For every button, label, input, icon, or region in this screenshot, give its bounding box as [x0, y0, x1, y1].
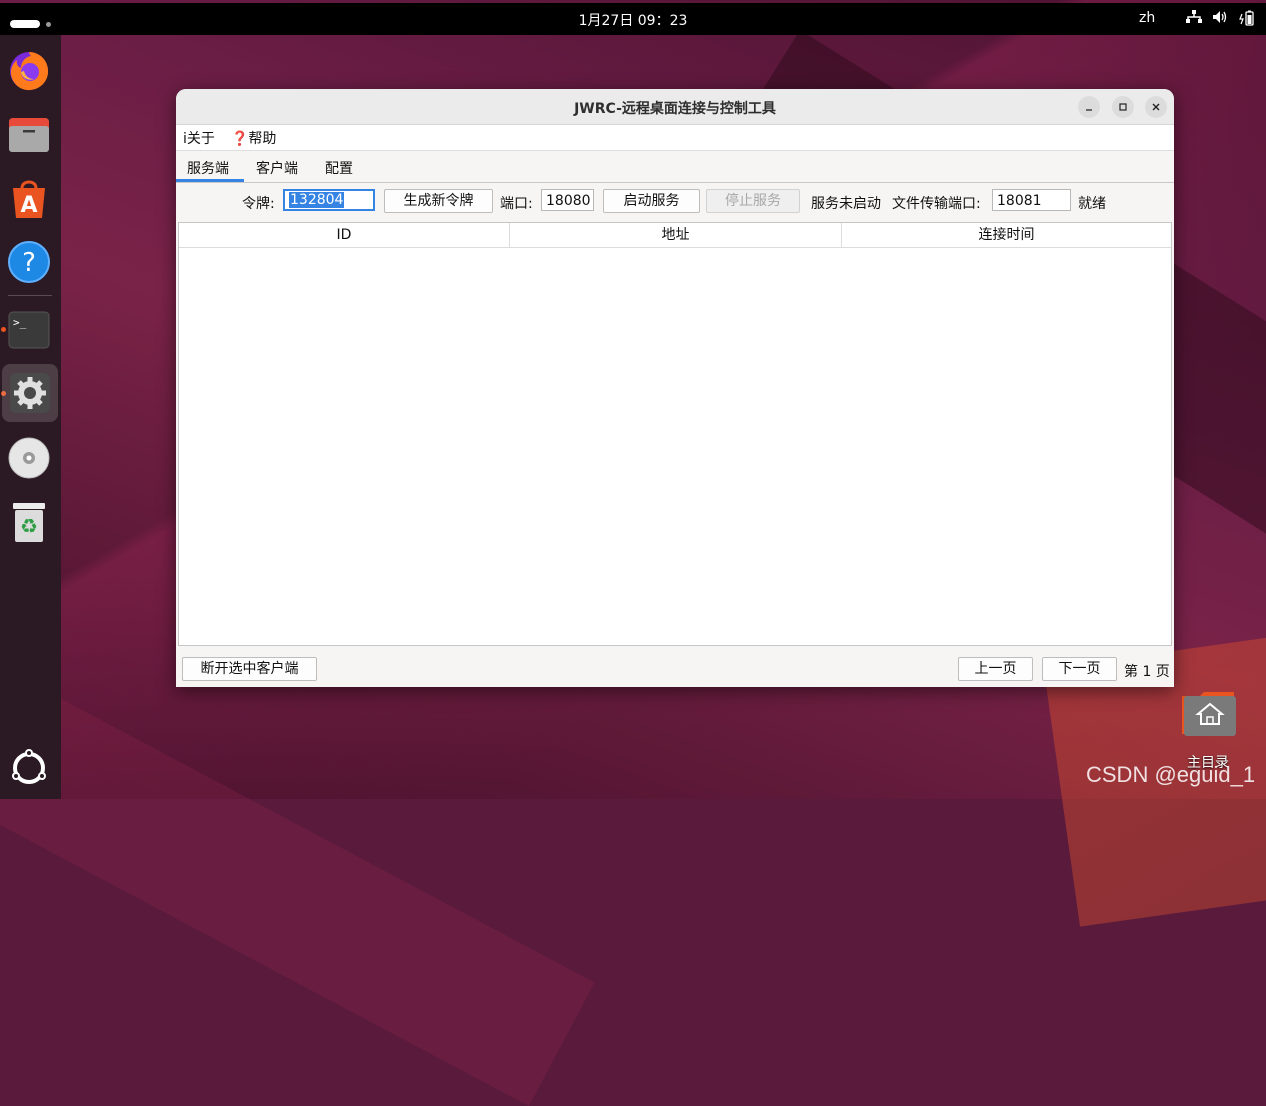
- active-tab-indicator: [176, 179, 244, 182]
- tab-client[interactable]: 客户端: [256, 158, 298, 178]
- generate-token-button[interactable]: 生成新令牌: [384, 189, 493, 213]
- close-button[interactable]: [1145, 96, 1167, 118]
- trash-icon[interactable]: ♻: [6, 499, 52, 545]
- disconnect-client-button[interactable]: 断开选中客户端: [182, 657, 317, 681]
- title-bar[interactable]: JWRC-远程桌面连接与控制工具: [176, 89, 1174, 125]
- firefox-icon[interactable]: [6, 47, 52, 93]
- help-icon[interactable]: ?: [6, 239, 52, 285]
- show-apps-icon[interactable]: [6, 745, 52, 791]
- volume-icon: [1212, 10, 1228, 30]
- battery-icon: [1238, 10, 1254, 30]
- tab-config[interactable]: 配置: [325, 158, 353, 178]
- svg-text:>_: >_: [13, 316, 27, 329]
- table-header: ID 地址 连接时间: [179, 223, 1171, 248]
- service-status: 服务未启动: [811, 196, 881, 212]
- start-service-button[interactable]: 启动服务: [603, 189, 700, 213]
- menu-bar: i关于 ❓帮助: [176, 125, 1174, 151]
- minimize-button[interactable]: [1078, 96, 1100, 118]
- home-folder-icon: [1180, 690, 1236, 740]
- app-window: JWRC-远程桌面连接与控制工具 i关于 ❓帮助 服务端 客户端 配置 令牌: …: [176, 89, 1174, 687]
- clock[interactable]: 1月27日 09：23: [0, 10, 1266, 30]
- next-page-button[interactable]: 下一页: [1042, 657, 1117, 681]
- token-value: 132804: [289, 192, 345, 208]
- network-icon: [1186, 10, 1202, 30]
- menu-about[interactable]: i关于: [183, 128, 215, 148]
- token-label: 令牌:: [242, 196, 275, 212]
- server-toolbar: 令牌: 132804 生成新令牌 端口: 18080 启动服务 停止服务 服务未…: [176, 183, 1174, 221]
- svg-text:?: ?: [22, 248, 36, 278]
- column-header-connect-time[interactable]: 连接时间: [842, 223, 1171, 247]
- system-tray[interactable]: [1186, 10, 1254, 30]
- file-port-label: 文件传输端口:: [892, 196, 981, 212]
- column-header-id[interactable]: ID: [179, 223, 510, 247]
- watermark: CSDN @eguid_1: [1086, 762, 1256, 787]
- svg-text:♻: ♻: [20, 514, 38, 538]
- file-port-input[interactable]: 18081: [992, 189, 1071, 211]
- port-label: 端口:: [500, 196, 533, 212]
- home-folder-desktop-icon[interactable]: 主目录: [1176, 690, 1240, 772]
- tab-bar: 服务端 客户端 配置: [176, 151, 1174, 183]
- app-center-icon[interactable]: A: [6, 175, 52, 221]
- tab-server[interactable]: 服务端: [187, 158, 229, 178]
- settings-icon[interactable]: [2, 364, 58, 422]
- client-table[interactable]: ID 地址 连接时间: [178, 222, 1172, 646]
- ready-status: 就绪: [1078, 196, 1106, 212]
- port-input[interactable]: 18080: [541, 189, 594, 211]
- disc-icon[interactable]: [6, 435, 52, 481]
- files-icon[interactable]: [6, 111, 52, 157]
- top-bar: 1月27日 09：23 zh: [0, 3, 1266, 35]
- svg-text:A: A: [20, 193, 37, 218]
- terminal-icon[interactable]: >_: [6, 307, 52, 353]
- stop-service-button[interactable]: 停止服务: [706, 189, 800, 213]
- menu-help[interactable]: ❓帮助: [231, 128, 276, 148]
- token-input[interactable]: 132804: [283, 189, 375, 211]
- window-title: JWRC-远程桌面连接与控制工具: [574, 101, 776, 117]
- dock: A ? >_ ♻: [0, 35, 61, 799]
- prev-page-button[interactable]: 上一页: [958, 657, 1033, 681]
- column-header-address[interactable]: 地址: [510, 223, 842, 247]
- input-language[interactable]: zh: [1139, 10, 1155, 26]
- footer-bar: 断开选中客户端 上一页 下一页 第 1 页: [176, 655, 1174, 685]
- maximize-button[interactable]: [1112, 96, 1134, 118]
- page-info: 第 1 页: [1124, 664, 1170, 680]
